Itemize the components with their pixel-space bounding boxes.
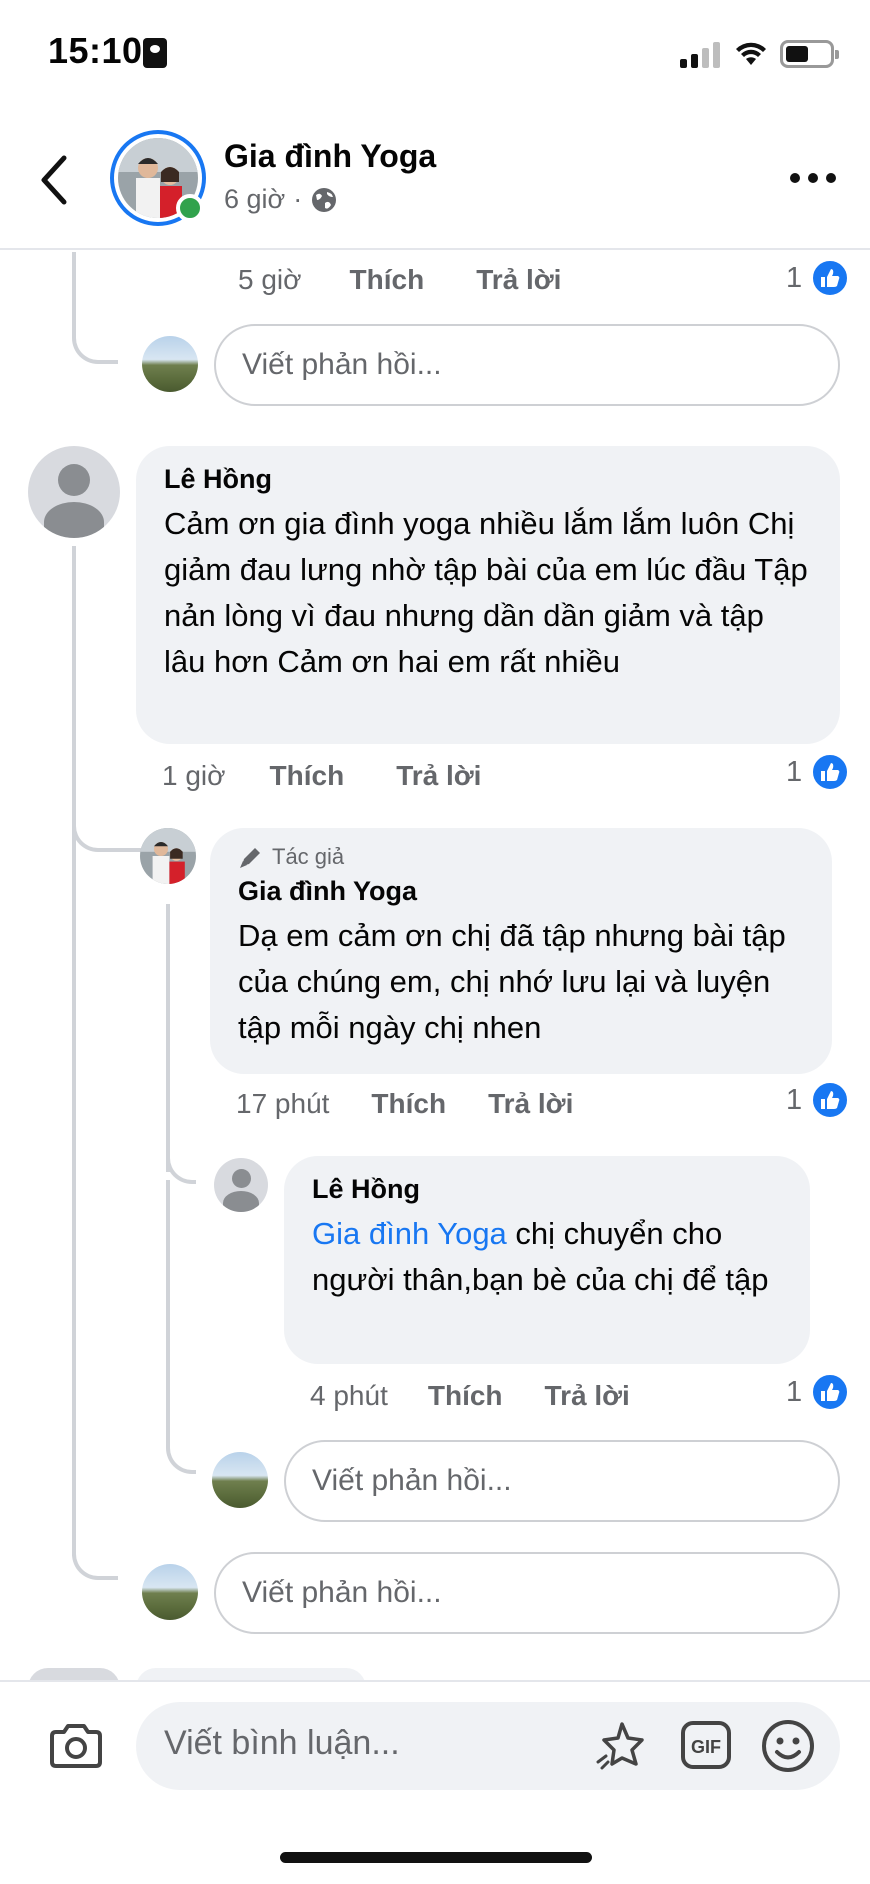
reply-button[interactable]: Trả lời [545, 1380, 630, 1412]
cellular-signal-icon [680, 42, 722, 68]
reply-text: Gia đình Yoga chị chuyển cho người thân,… [312, 1211, 782, 1303]
mention-link[interactable]: Gia đình Yoga [312, 1216, 507, 1251]
more-options-button[interactable] [790, 170, 836, 186]
thread-line [72, 800, 148, 852]
thread-line [72, 836, 76, 1556]
dot-icon [826, 173, 836, 183]
back-arrow-icon[interactable] [36, 152, 76, 208]
reply-input-placeholder: Viết phản hồi... [242, 1576, 442, 1609]
thread-line [72, 546, 76, 836]
reaction-count[interactable]: 1 [786, 258, 851, 298]
comment-author[interactable]: Lê Hồng [164, 464, 812, 495]
thumbs-up-icon [810, 752, 851, 792]
user-avatar [142, 1564, 198, 1620]
thumbs-up-icon [810, 1080, 851, 1120]
comment-input-placeholder: Viết bình luận... [164, 1724, 400, 1762]
reaction-count-value: 1 [786, 261, 803, 294]
emoji-icon[interactable] [760, 1718, 816, 1774]
camera-icon[interactable] [48, 1722, 104, 1770]
globe-icon [312, 187, 337, 212]
dot-icon [790, 173, 800, 183]
dot-icon [808, 173, 818, 183]
reply-button[interactable]: Trả lời [476, 264, 561, 296]
thread-line [166, 1136, 196, 1184]
online-status-dot [176, 194, 204, 222]
comment-input[interactable]: Viết bình luận... GIF [136, 1702, 840, 1790]
commenter-avatar[interactable] [214, 1158, 268, 1212]
pencil-icon [240, 848, 260, 868]
comment-time: 5 giờ [238, 264, 302, 295]
reply-text: Dạ em cảm ơn chị đã tập nhưng bài tập củ… [238, 918, 786, 1045]
thread-line [72, 252, 118, 364]
reply-input[interactable]: Viết phản hồi... [284, 1440, 840, 1522]
thread-line [166, 904, 170, 1172]
wifi-icon [736, 42, 766, 65]
post-header: Gia đình Yoga 6 giờ · [0, 110, 870, 250]
svg-text:GIF: GIF [691, 1737, 721, 1757]
like-button[interactable]: Thích [350, 264, 425, 296]
reaction-count[interactable]: 1 [786, 1080, 851, 1120]
author-avatar[interactable] [140, 828, 196, 884]
reply-author[interactable]: Gia đình Yoga [238, 876, 804, 907]
user-avatar [212, 1452, 268, 1508]
comment-actions: 1 giờ Thích Trả lời [162, 760, 481, 792]
like-button[interactable]: Thích [428, 1380, 503, 1412]
reaction-count-value: 1 [786, 1083, 803, 1116]
reply-author[interactable]: Lê Hồng [312, 1174, 782, 1205]
avatar-sticker-icon[interactable] [592, 1718, 648, 1774]
comment-time: 1 giờ [162, 760, 226, 791]
reply-bubble[interactable]: Tác giả Gia đình Yoga Dạ em cảm ơn chị đ… [210, 828, 832, 1074]
status-bar: 15:10 [0, 0, 870, 110]
reply-button[interactable]: Trả lời [396, 760, 481, 792]
meta-separator: · [293, 184, 303, 214]
commenter-avatar[interactable] [28, 446, 120, 538]
reply-input[interactable]: Viết phản hồi... [214, 324, 840, 406]
reply-input[interactable]: Viết phản hồi... [214, 1552, 840, 1634]
thread-line [72, 1540, 118, 1580]
reaction-count[interactable]: 1 [786, 1372, 851, 1412]
thumbs-up-icon [810, 1372, 851, 1412]
id-card-icon [143, 38, 167, 68]
like-button[interactable]: Thích [371, 1088, 446, 1120]
comment-bubble[interactable]: Lê Hồng Cảm ơn gia đình yoga nhiều lắm l… [136, 446, 840, 744]
reply-button[interactable]: Trả lời [488, 1088, 573, 1120]
status-time: 15:10 [48, 30, 143, 71]
reaction-count-value: 1 [786, 755, 803, 788]
reply-actions: 17 phút Thích Trả lời [236, 1088, 573, 1120]
author-badge-label: Tác giả [272, 844, 345, 869]
reaction-count[interactable]: 1 [786, 752, 851, 792]
thread-line [166, 1420, 196, 1474]
user-avatar [142, 336, 198, 392]
comment-actions: 5 giờ Thích Trả lời [238, 264, 561, 296]
battery-icon [780, 40, 839, 68]
reply-input-placeholder: Viết phản hồi... [242, 348, 442, 381]
reply-time: 17 phút [236, 1088, 330, 1119]
home-indicator[interactable] [280, 1852, 592, 1863]
reply-actions: 4 phút Thích Trả lời [310, 1380, 630, 1412]
gif-icon[interactable]: GIF [680, 1720, 732, 1770]
thread-line [166, 1180, 170, 1430]
comment-text: Cảm ơn gia đình yoga nhiều lắm lắm luôn … [164, 506, 808, 679]
post-meta: 6 giờ · [224, 184, 338, 215]
page-title[interactable]: Gia đình Yoga [224, 138, 436, 175]
author-badge: Tác giả [238, 844, 804, 870]
post-time: 6 giờ [224, 184, 286, 214]
like-button[interactable]: Thích [270, 760, 345, 792]
reply-input-placeholder: Viết phản hồi... [312, 1464, 512, 1497]
thumbs-up-icon [810, 258, 851, 298]
comment-composer: Viết bình luận... GIF [0, 1680, 870, 1884]
reaction-count-value: 1 [786, 1375, 803, 1408]
reply-bubble[interactable]: Lê Hồng Gia đình Yoga chị chuyển cho ngư… [284, 1156, 810, 1364]
reply-time: 4 phút [310, 1380, 388, 1411]
